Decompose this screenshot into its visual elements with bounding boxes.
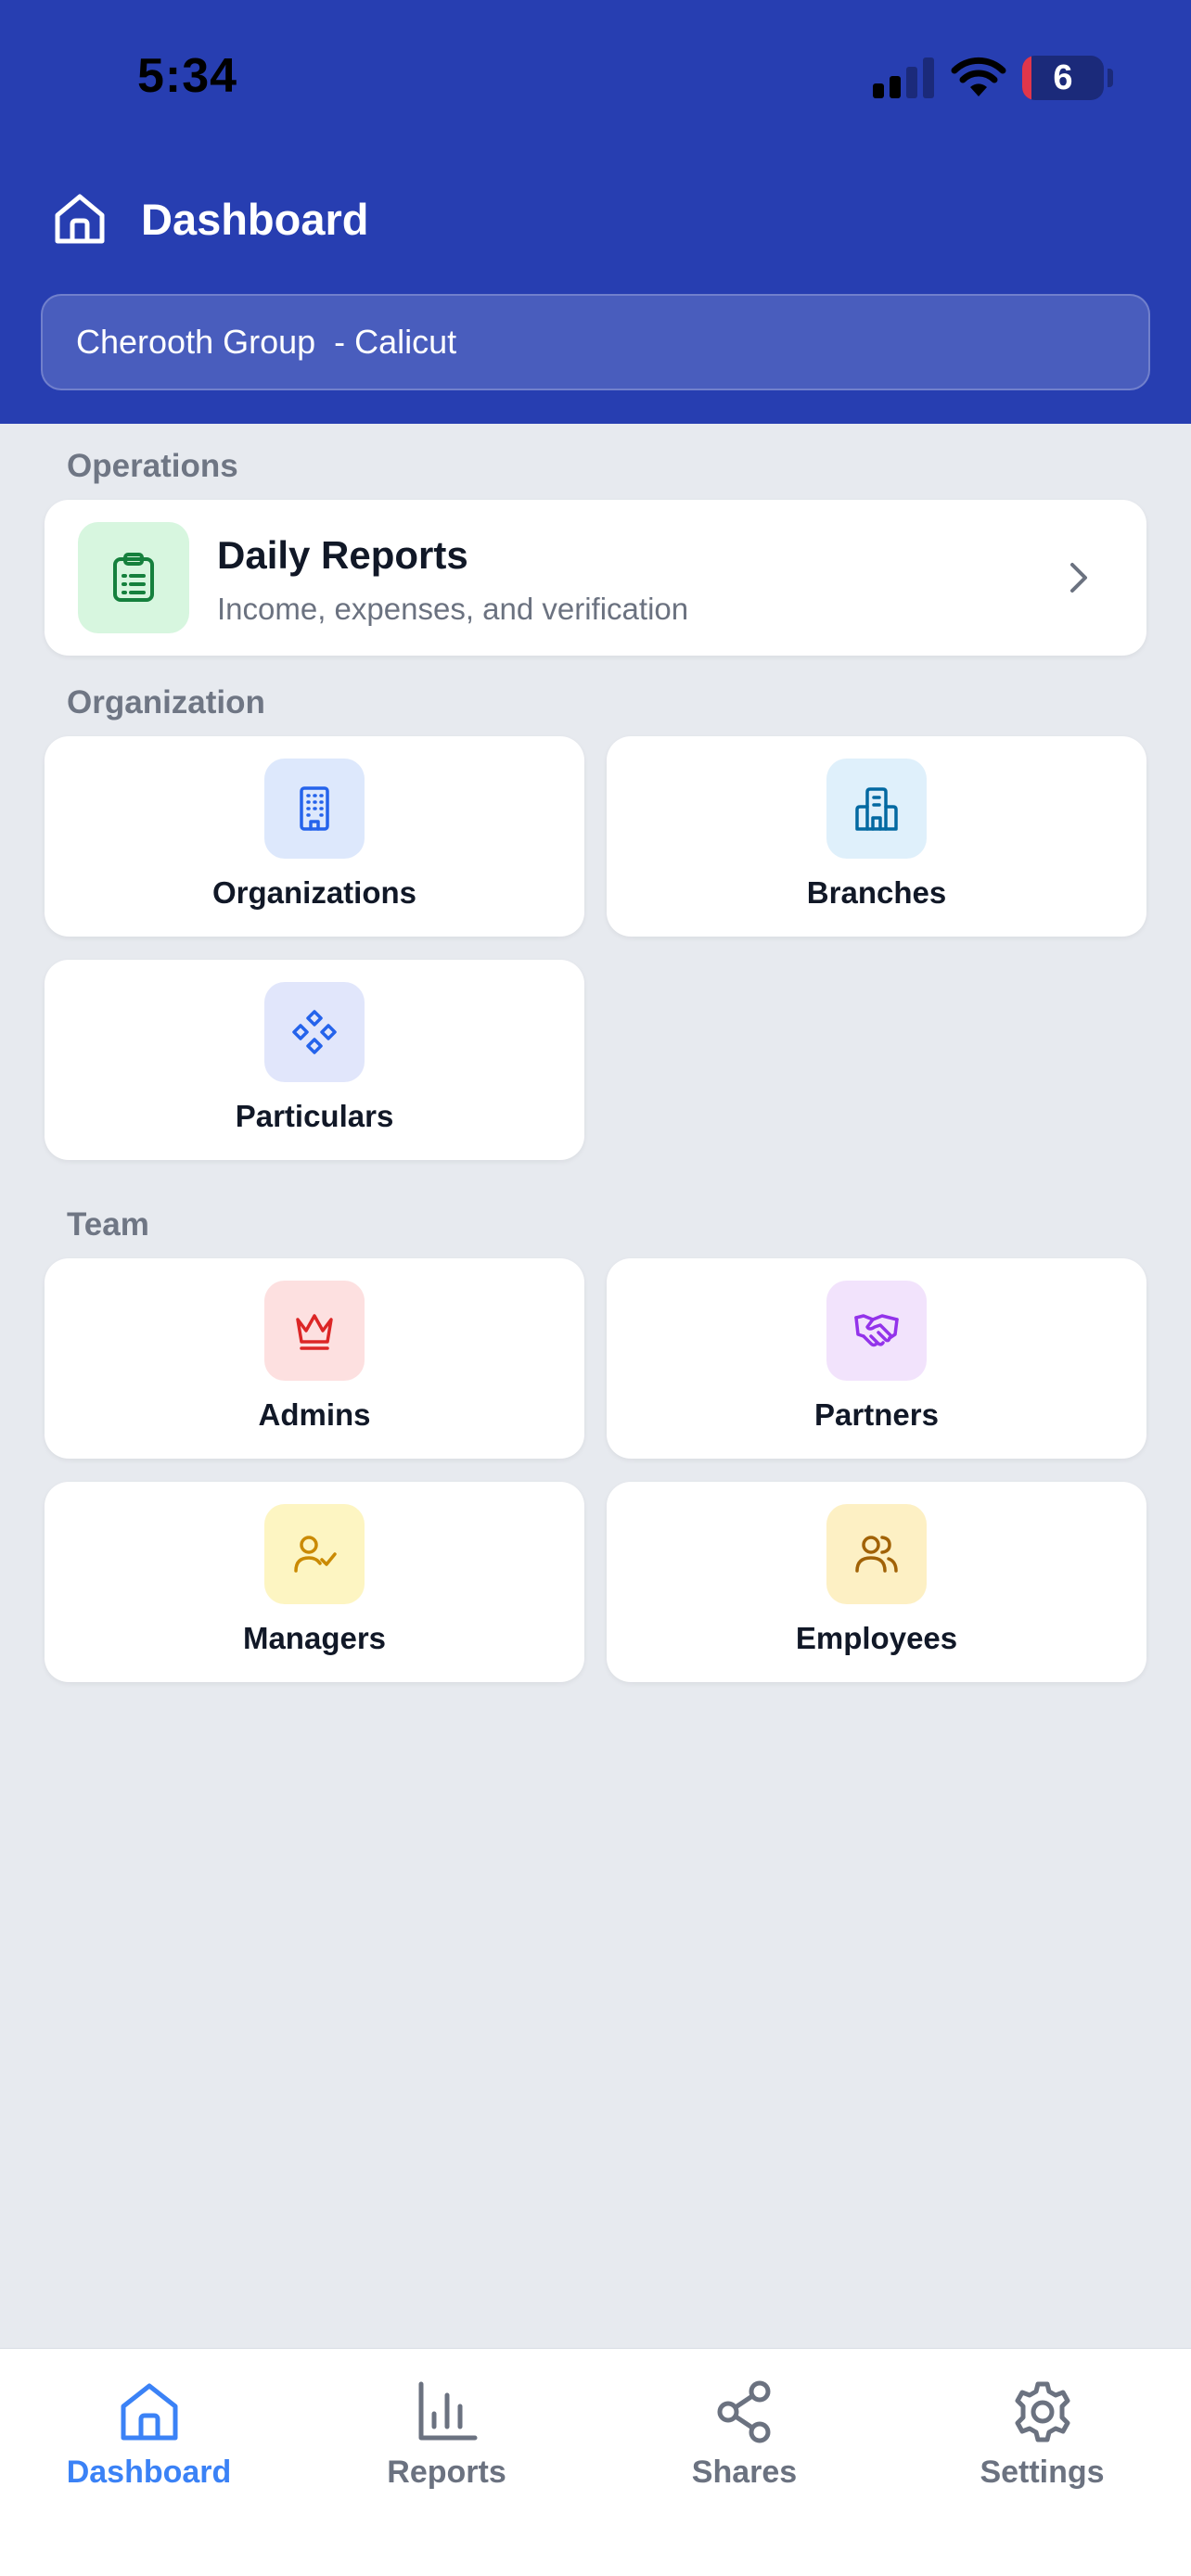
nav-item-settings[interactable]: Settings — [893, 2369, 1191, 2527]
bottom-nav: Dashboard Reports Shares Settings — [0, 2348, 1191, 2576]
tile-label: Managers — [242, 1621, 387, 1655]
page-title: Dashboard — [141, 194, 369, 244]
crown-icon — [296, 1314, 333, 1350]
cellular-signal-icon — [873, 57, 934, 98]
home-icon — [55, 194, 105, 244]
share-icon — [717, 2380, 770, 2443]
tile-label: Employees — [795, 1621, 958, 1655]
handshake-icon — [854, 1314, 899, 1347]
nav-item-reports[interactable]: Reports — [298, 2369, 596, 2527]
diamonds-icon — [292, 1010, 337, 1054]
branch-building-icon — [855, 787, 898, 831]
employees-icon-box — [826, 1504, 927, 1604]
particulars-icon-box — [264, 982, 365, 1082]
admins-icon-box — [264, 1281, 365, 1381]
bar-chart-icon — [418, 2381, 477, 2441]
nav-label-settings: Settings — [980, 2455, 1105, 2490]
organization-selector[interactable]: Cherooth Group - Calicut — [41, 294, 1150, 390]
daily-reports-icon-box — [78, 522, 189, 633]
nav-item-shares[interactable]: Shares — [596, 2369, 893, 2527]
daily-reports-card[interactable]: Daily Reports Income, expenses, and veri… — [45, 500, 1146, 656]
daily-reports-subtitle: Income, expenses, and verification — [217, 592, 689, 626]
building-icon — [300, 786, 329, 831]
nav-label-dashboard: Dashboard — [66, 2455, 232, 2490]
tile-particulars[interactable]: Particulars — [45, 960, 584, 1160]
battery-nub — [1108, 69, 1113, 87]
status-time: 5:34 — [137, 49, 238, 103]
wifi-icon — [951, 57, 1006, 96]
tile-label: Partners — [814, 1397, 939, 1432]
header-title-row: Dashboard — [50, 182, 369, 256]
home-icon — [121, 2383, 177, 2441]
tile-managers[interactable]: Managers — [45, 1482, 584, 1682]
tile-employees[interactable]: Employees — [607, 1482, 1146, 1682]
screen: 5:34 6 Dashboard Cherooth Group - Calicu… — [0, 0, 1191, 2576]
nav-label-reports: Reports — [387, 2455, 506, 2490]
section-label-organization: Organization — [67, 684, 265, 721]
tile-organizations[interactable]: Organizations — [45, 736, 584, 937]
section-label-team: Team — [67, 1206, 149, 1243]
chevron-right-icon — [1070, 563, 1087, 593]
nav-item-dashboard[interactable]: Dashboard — [0, 2369, 298, 2527]
user-check-icon — [294, 1536, 337, 1573]
tile-admins[interactable]: Admins — [45, 1258, 584, 1459]
tile-label: Admins — [258, 1397, 371, 1432]
branches-icon-box — [826, 759, 927, 859]
tile-branches[interactable]: Branches — [607, 736, 1146, 937]
tile-label: Particulars — [235, 1099, 394, 1133]
users-icon — [855, 1536, 898, 1573]
daily-reports-title: Daily Reports — [217, 533, 468, 577]
gear-icon — [1015, 2381, 1069, 2442]
tile-label: Organizations — [211, 875, 417, 910]
tile-partners[interactable]: Partners — [607, 1258, 1146, 1459]
clipboard-list-icon — [113, 553, 154, 602]
nav-label-shares: Shares — [691, 2455, 798, 2490]
battery-level-text: 6 — [1053, 58, 1073, 97]
battery-indicator: 6 — [1022, 56, 1104, 100]
managers-icon-box — [264, 1504, 365, 1604]
app-header: 5:34 6 Dashboard Cherooth Group - Calicu… — [0, 0, 1191, 424]
status-icons: 6 — [820, 0, 1191, 158]
partners-icon-box — [826, 1281, 927, 1381]
section-label-operations: Operations — [67, 448, 238, 484]
organizations-icon-box — [264, 759, 365, 859]
tile-label: Branches — [806, 875, 947, 910]
